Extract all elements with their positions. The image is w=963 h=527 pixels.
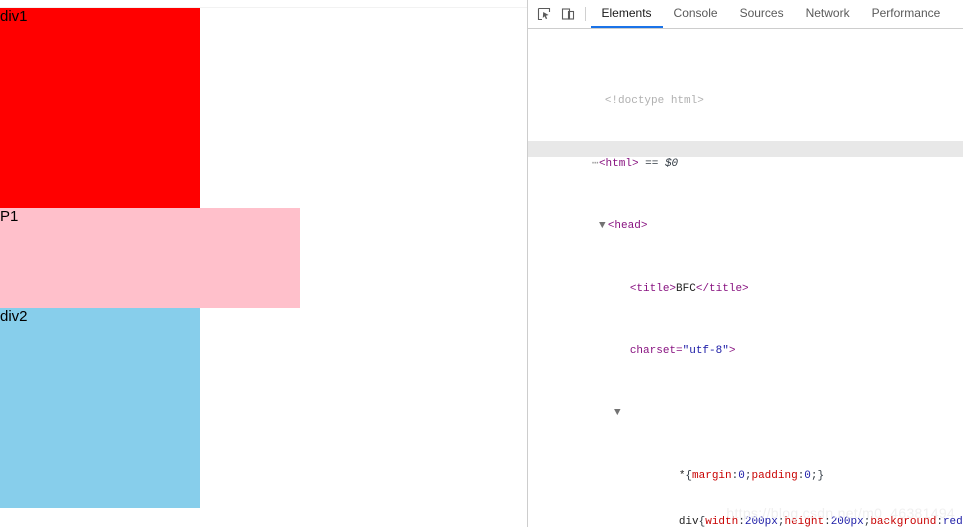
devtools-panel: Elements Console Sources Network Perform… (527, 0, 963, 527)
page-content: div1 P1 div2 (0, 8, 527, 508)
tree-node-style-open[interactable]: ▼type</span>=<span class="attrv">"text/c… (528, 391, 963, 419)
tab-sources-label: Sources (739, 6, 784, 20)
screenshot-root: div1 P1 div2 Elements Console Sources Ne… (0, 0, 963, 527)
page-block-p1-label: P1 (0, 208, 19, 225)
tab-console-label: Console (673, 6, 718, 20)
triangle-down-icon-style[interactable]: ▼ (612, 406, 623, 422)
page-block-div2: div2 (0, 308, 200, 508)
tab-performance[interactable]: Performance (861, 0, 952, 28)
triangle-down-icon[interactable]: ▼ (597, 219, 608, 235)
page-block-div1-label: div1 (0, 8, 28, 25)
tree-node-html-open[interactable]: ⋯<html> == $0 (528, 141, 963, 170)
head-open-tag: <head> (607, 220, 648, 233)
watermark: https://blog.csdn.net/m0_46381494 (726, 505, 955, 521)
devtools-toolbar: Elements Console Sources Network Perform… (528, 0, 963, 29)
tab-elements-label: Elements (601, 6, 652, 20)
page-block-div1: div1 (0, 8, 200, 208)
expand-dots-icon: ⋯ (591, 157, 599, 170)
dom-tree[interactable]: <!doctype html> ⋯<html> == $0 ▼ <head> <t… (528, 29, 963, 527)
toolbar-divider (584, 7, 586, 21)
tab-network[interactable]: Network (795, 0, 861, 28)
title-line: <title>BFC</title> (629, 282, 749, 295)
selected-node-ref-text: == $0 (645, 157, 679, 170)
rendered-page-viewport: div1 P1 div2 (0, 0, 527, 527)
tree-node-head-open[interactable]: ▼ <head> (528, 204, 963, 232)
meta-line: charset="utf-8"> (629, 344, 736, 357)
page-top-strip (0, 0, 527, 8)
tab-network-label: Network (805, 6, 850, 20)
css-rule-0: *{margin:0;padding:0;} (678, 469, 825, 482)
tree-node-doctype: <!doctype html> (528, 79, 963, 107)
page-block-div2-label: div2 (0, 308, 28, 325)
devtools-tab-bar: Elements Console Sources Network Perform… (590, 0, 963, 28)
device-toolbar-icon[interactable] (556, 0, 580, 28)
doctype-text: <!doctype html> (604, 95, 704, 108)
tab-elements[interactable]: Elements (590, 0, 663, 28)
tree-node-css-rule: *{margin:0;padding:0;} (528, 453, 963, 482)
page-block-p1: P1 (0, 208, 300, 308)
tab-memory[interactable]: Me (951, 0, 963, 28)
inspect-element-icon[interactable] (532, 0, 556, 28)
tree-node-meta[interactable]: charset="utf-8"> (528, 328, 963, 357)
tab-console[interactable]: Console (663, 0, 729, 28)
html-open-tag: <html> (598, 157, 639, 170)
tab-sources[interactable]: Sources (729, 0, 795, 28)
tree-node-title[interactable]: <title>BFC</title> (528, 266, 963, 295)
tab-performance-label: Performance (871, 6, 941, 20)
